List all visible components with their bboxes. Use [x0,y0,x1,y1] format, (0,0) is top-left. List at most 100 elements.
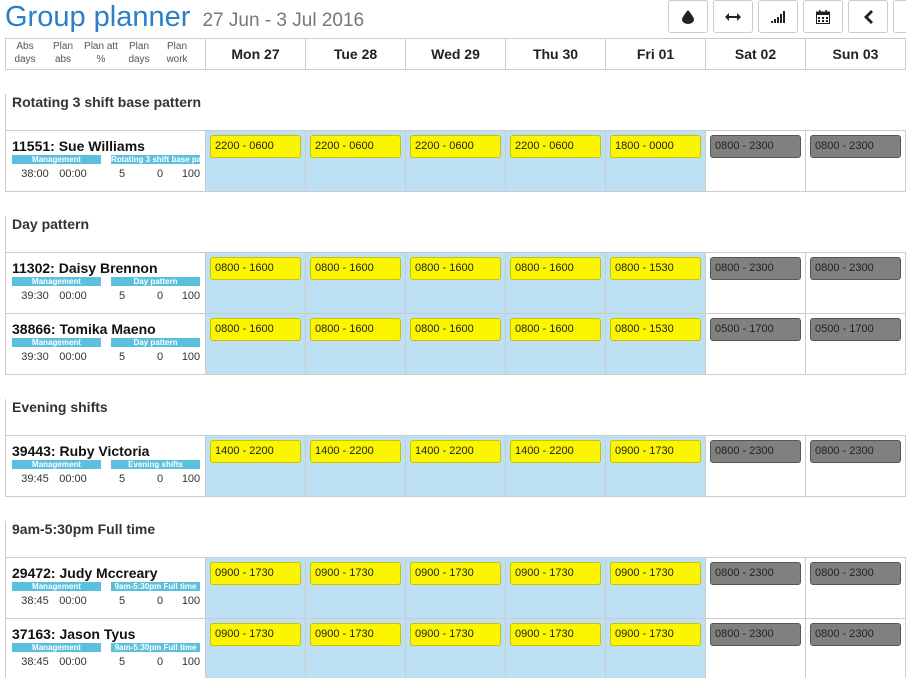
day-cell-sat[interactable]: 0800 - 2300 [706,619,806,678]
day-cell-sun[interactable]: 0800 - 2300 [806,253,906,313]
shift-block[interactable]: 0900 - 1730 [510,562,601,585]
person-name[interactable]: 37163: Jason Tyus [12,626,135,642]
col-plan-abs[interactable]: Plan abs [44,39,82,69]
day-cell-mon[interactable]: 0800 - 1600 [206,253,306,313]
day-cell-sun[interactable]: 0800 - 2300 [806,558,906,618]
person-name[interactable]: 29472: Judy Mccreary [12,565,158,581]
person-name[interactable]: 11551: Sue Williams [12,138,145,154]
day-cell-tue[interactable]: 0900 - 1730 [306,619,406,678]
shift-block[interactable]: 2200 - 0600 [510,135,601,158]
day-cell-fri[interactable]: 0900 - 1730 [606,436,706,496]
day-cell-mon[interactable]: 0900 - 1730 [206,619,306,678]
day-cell-fri[interactable]: 0800 - 1530 [606,314,706,374]
day-cell-wed[interactable]: 0800 - 1600 [406,314,506,374]
day-cell-mon[interactable]: 0900 - 1730 [206,558,306,618]
shift-block[interactable]: 0900 - 1730 [210,623,301,646]
day-cell-tue[interactable]: 0800 - 1600 [306,253,406,313]
day-cell-fri[interactable]: 0900 - 1730 [606,558,706,618]
shift-block[interactable]: 2200 - 0600 [210,135,301,158]
day-cell-thu[interactable]: 0800 - 1600 [506,253,606,313]
day-cell-mon[interactable]: 2200 - 0600 [206,131,306,191]
shift-block[interactable]: 0800 - 2300 [810,440,901,463]
shift-block[interactable]: 0900 - 1730 [310,562,401,585]
shift-block[interactable]: 0900 - 1730 [610,440,701,463]
shift-block[interactable]: 0800 - 1600 [510,257,601,280]
day-header-mon[interactable]: Mon 27 [206,39,306,69]
day-header-thu[interactable]: Thu 30 [506,39,606,69]
shift-block[interactable]: 0800 - 1600 [210,257,301,280]
col-plan-att[interactable]: Plan att % [82,39,120,69]
shift-block[interactable]: 1400 - 2200 [410,440,501,463]
day-cell-fri[interactable]: 0800 - 1530 [606,253,706,313]
day-cell-sun[interactable]: 0500 - 1700 [806,314,906,374]
day-cell-sat[interactable]: 0800 - 2300 [706,131,806,191]
shift-block[interactable]: 0800 - 2300 [710,623,801,646]
day-cell-fri[interactable]: 0900 - 1730 [606,619,706,678]
day-cell-tue[interactable]: 2200 - 0600 [306,131,406,191]
shift-block[interactable]: 2200 - 0600 [410,135,501,158]
shift-block[interactable]: 0800 - 2300 [710,562,801,585]
day-cell-sat[interactable]: 0500 - 1700 [706,314,806,374]
shift-block[interactable]: 1400 - 2200 [310,440,401,463]
day-cell-wed[interactable]: 0800 - 1600 [406,253,506,313]
day-cell-mon[interactable]: 0800 - 1600 [206,314,306,374]
shift-block[interactable]: 0900 - 1730 [410,623,501,646]
shift-block[interactable]: 0800 - 1600 [210,318,301,341]
calendar-button[interactable] [803,0,843,33]
shift-block[interactable]: 0800 - 1600 [310,318,401,341]
shift-block[interactable]: 1800 - 0000 [610,135,701,158]
col-plan-work[interactable]: Plan work [158,39,196,69]
day-cell-thu[interactable]: 0900 - 1730 [506,619,606,678]
shift-block[interactable]: 0800 - 1600 [310,257,401,280]
next-week-button[interactable] [893,0,906,33]
day-cell-tue[interactable]: 1400 - 2200 [306,436,406,496]
day-header-tue[interactable]: Tue 28 [306,39,406,69]
shift-block[interactable]: 0900 - 1730 [610,562,701,585]
shift-block[interactable]: 0500 - 1700 [810,318,901,341]
day-cell-thu[interactable]: 2200 - 0600 [506,131,606,191]
day-cell-mon[interactable]: 1400 - 2200 [206,436,306,496]
day-cell-sun[interactable]: 0800 - 2300 [806,619,906,678]
shift-block[interactable]: 0800 - 2300 [810,562,901,585]
day-header-sat[interactable]: Sat 02 [706,39,806,69]
day-cell-wed[interactable]: 0900 - 1730 [406,558,506,618]
day-cell-tue[interactable]: 0800 - 1600 [306,314,406,374]
day-cell-tue[interactable]: 0900 - 1730 [306,558,406,618]
day-cell-sat[interactable]: 0800 - 2300 [706,253,806,313]
expand-width-button[interactable] [713,0,753,33]
shift-block[interactable]: 0800 - 1600 [410,257,501,280]
day-header-sun[interactable]: Sun 03 [806,39,906,69]
day-cell-wed[interactable]: 1400 - 2200 [406,436,506,496]
day-cell-thu[interactable]: 0900 - 1730 [506,558,606,618]
shift-block[interactable]: 0800 - 1600 [410,318,501,341]
person-name[interactable]: 38866: Tomika Maeno [12,321,156,337]
shift-block[interactable]: 1400 - 2200 [510,440,601,463]
day-cell-sat[interactable]: 0800 - 2300 [706,436,806,496]
day-cell-sat[interactable]: 0800 - 2300 [706,558,806,618]
shift-block[interactable]: 0900 - 1730 [610,623,701,646]
shift-block[interactable]: 0800 - 2300 [710,257,801,280]
shift-block[interactable]: 0800 - 2300 [810,257,901,280]
shift-block[interactable]: 0800 - 1530 [610,318,701,341]
day-cell-thu[interactable]: 1400 - 2200 [506,436,606,496]
day-cell-sun[interactable]: 0800 - 2300 [806,436,906,496]
day-cell-fri[interactable]: 1800 - 0000 [606,131,706,191]
shift-block[interactable]: 0500 - 1700 [710,318,801,341]
person-name[interactable]: 39443: Ruby Victoria [12,443,149,459]
shift-block[interactable]: 0800 - 2300 [810,135,901,158]
day-cell-wed[interactable]: 0900 - 1730 [406,619,506,678]
previous-week-button[interactable] [848,0,888,33]
chart-button[interactable] [758,0,798,33]
day-cell-sun[interactable]: 0800 - 2300 [806,131,906,191]
day-cell-thu[interactable]: 0800 - 1600 [506,314,606,374]
shift-block[interactable]: 0800 - 2300 [710,135,801,158]
col-abs-days[interactable]: Abs days [6,39,44,69]
person-name[interactable]: 11302: Daisy Brennon [12,260,158,276]
shift-block[interactable]: 2200 - 0600 [310,135,401,158]
shift-block[interactable]: 0900 - 1730 [310,623,401,646]
color-button[interactable] [668,0,708,33]
col-plan-days[interactable]: Plan days [120,39,158,69]
day-header-fri[interactable]: Fri 01 [606,39,706,69]
shift-block[interactable]: 0800 - 2300 [810,623,901,646]
shift-block[interactable]: 0800 - 1530 [610,257,701,280]
